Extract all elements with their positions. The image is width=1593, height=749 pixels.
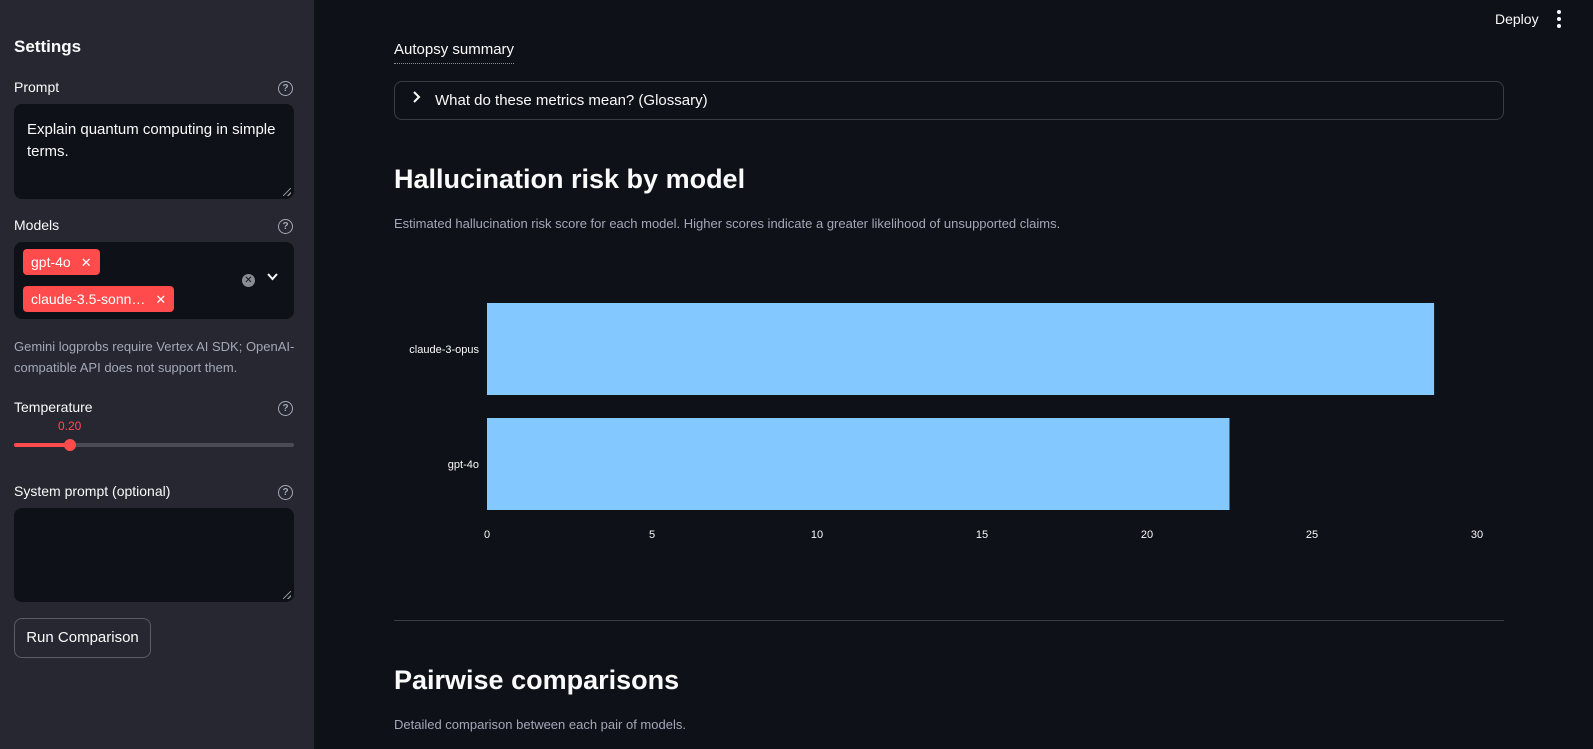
temperature-help-icon[interactable]: ? xyxy=(278,401,293,416)
y-tick-label: gpt-4o xyxy=(448,459,479,471)
glossary-expander[interactable]: What do these metrics mean? (Glossary) xyxy=(394,81,1504,120)
autopsy-summary-heading: Autopsy summary xyxy=(394,38,515,64)
model-chip-gpt-4o: gpt-4o ✕ xyxy=(23,249,100,275)
model-chip-claude: claude-3.5-sonn… ✕ xyxy=(23,286,175,312)
sidebar-title: Settings xyxy=(14,37,82,56)
temperature-value: 0.20 xyxy=(58,419,82,433)
y-tick-label: claude-3-opus xyxy=(409,344,479,356)
slider-fill xyxy=(14,443,70,447)
prompt-text: Explain quantum computing in simple term… xyxy=(27,121,276,160)
prompt-label: Prompt xyxy=(14,79,60,95)
glossary-label: What do these metrics mean? (Glossary) xyxy=(435,92,708,109)
chevron-down-icon[interactable] xyxy=(266,270,279,286)
sidebar: Settings Prompt ? Explain quantum comput… xyxy=(0,0,314,749)
temperature-label: Temperature xyxy=(14,399,93,415)
x-tick-label: 20 xyxy=(1141,529,1153,541)
bar-claude-3-opus[interactable] xyxy=(487,303,1435,395)
system-prompt-help-icon[interactable]: ? xyxy=(278,485,293,500)
deploy-button[interactable]: Deploy xyxy=(1495,11,1539,27)
remove-chip-icon[interactable]: ✕ xyxy=(155,292,166,307)
remove-chip-icon[interactable]: ✕ xyxy=(81,255,92,270)
clear-all-icon[interactable]: ✕ xyxy=(242,274,255,287)
resize-grip-icon[interactable] xyxy=(283,591,291,599)
section-caption-hallucination: Estimated hallucination risk score for e… xyxy=(394,216,1061,231)
system-prompt-label: System prompt (optional) xyxy=(14,483,171,499)
section-title-hallucination: Hallucination risk by model xyxy=(394,164,746,194)
x-tick-label: 0 xyxy=(484,529,490,541)
model-chip-label: claude-3.5-sonn… xyxy=(31,291,146,307)
x-tick-label: 5 xyxy=(649,529,655,541)
x-tick-label: 10 xyxy=(811,529,823,541)
bar-gpt-4o[interactable] xyxy=(487,418,1230,510)
models-help-icon[interactable]: ? xyxy=(278,219,293,234)
models-label: Models xyxy=(14,217,60,233)
main-menu-icon[interactable] xyxy=(1556,10,1562,31)
resize-grip-icon[interactable] xyxy=(283,188,291,196)
x-tick-label: 15 xyxy=(976,529,988,541)
models-caption: Gemini logprobs require Vertex AI SDK; O… xyxy=(14,339,295,375)
section-caption-pairwise: Detailed comparison between each pair of… xyxy=(394,717,686,732)
section-divider xyxy=(394,620,1504,621)
model-chip-label: gpt-4o xyxy=(31,254,71,270)
system-prompt-textarea[interactable] xyxy=(14,508,294,602)
temperature-slider[interactable] xyxy=(14,439,294,451)
hallucination-risk-chart: claude-3-opus gpt-4o 0 5 10 15 20 25 30 xyxy=(409,303,1483,541)
autopsy-summary-text: Autopsy summary xyxy=(394,41,515,58)
chevron-right-icon xyxy=(411,90,423,109)
run-comparison-button[interactable]: Run Comparison xyxy=(14,618,151,658)
prompt-textarea[interactable]: Explain quantum computing in simple term… xyxy=(14,104,294,199)
x-tick-label: 30 xyxy=(1471,529,1483,541)
prompt-help-icon[interactable]: ? xyxy=(278,81,293,96)
x-tick-label: 25 xyxy=(1306,529,1318,541)
slider-thumb[interactable] xyxy=(64,439,76,451)
models-multiselect[interactable]: gpt-4o ✕ claude-3.5-sonn… ✕ ✕ xyxy=(14,242,294,319)
section-title-pairwise: Pairwise comparisons xyxy=(394,665,680,695)
